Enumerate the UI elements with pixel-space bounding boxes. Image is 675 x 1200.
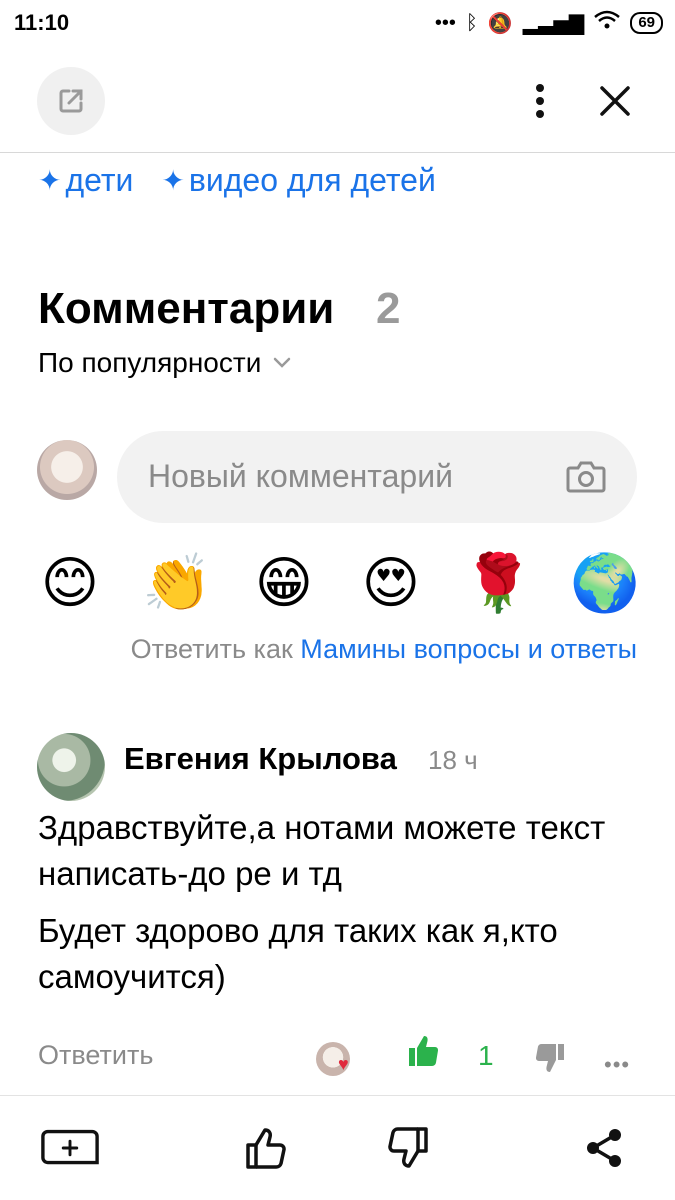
share-icon [587, 1129, 621, 1167]
author-avatar[interactable] [37, 733, 105, 801]
tag-list: ✦ дети ✦ видео для детей [38, 162, 436, 199]
battery-icon: 69 [630, 12, 663, 34]
emoji-globe[interactable]: 🌍 [570, 548, 640, 618]
tag-label: видео для детей [188, 162, 436, 198]
thumbs-up-icon [409, 1036, 439, 1067]
sort-label: По популярности [38, 347, 262, 378]
sparkle-icon: ✦ [161, 165, 185, 196]
tag-deti[interactable]: ✦ дети [38, 162, 133, 199]
open-external-button[interactable] [37, 67, 105, 135]
sort-dropdown[interactable]: По популярности [38, 347, 291, 379]
external-link-icon [59, 89, 83, 113]
emoji-heart-eyes[interactable]: 😍 [356, 548, 426, 618]
emoji-rose[interactable]: 🌹 [463, 548, 533, 618]
wifi-icon [594, 10, 621, 36]
camera-button[interactable] [566, 459, 606, 500]
reply-button[interactable]: Ответить [38, 1040, 153, 1071]
add-comment-button[interactable] [40, 1122, 100, 1174]
close-button[interactable] [592, 78, 638, 124]
divider [0, 152, 675, 153]
comment-time: 18 ч [428, 745, 478, 775]
comment-paragraph: Будет здорово для таких как я,кто самоуч… [38, 912, 558, 995]
bottom-like-button[interactable] [236, 1122, 296, 1174]
comment-paragraph: Здравствуйте,а нотами можете текст напис… [38, 809, 606, 892]
reply-as: Ответить как Мамины вопросы и ответы [131, 634, 637, 665]
thumbs-up-outline-icon [246, 1128, 286, 1169]
emoji-grin[interactable]: 😁 [249, 548, 319, 618]
comments-title: Комментарии [38, 284, 335, 333]
thumbs-down-outline-icon [388, 1127, 428, 1168]
like-button[interactable] [407, 1034, 439, 1073]
comments-count: 2 [376, 284, 401, 333]
comment-add-icon [41, 1129, 99, 1165]
tag-video[interactable]: ✦ видео для детей [161, 162, 435, 199]
more-options-button[interactable] [520, 78, 560, 124]
tag-label: дети [65, 162, 134, 198]
bluetooth-icon: ᛒ [465, 11, 478, 34]
dislike-button[interactable] [534, 1042, 564, 1079]
share-button[interactable] [574, 1122, 634, 1174]
divider [0, 1095, 675, 1096]
mute-bell-icon: 🔕 [487, 12, 513, 35]
chevron-down-icon [274, 357, 291, 368]
reply-as-prefix: Ответить как [130, 634, 301, 664]
vertical-dots-icon [536, 84, 544, 118]
status-time: 11:10 [14, 10, 70, 35]
like-count: 1 [478, 1040, 494, 1071]
user-avatar [37, 440, 97, 500]
emoji-row: 😊 👏 😁 😍 🌹 🌍 [35, 548, 640, 618]
comment-more-icon[interactable]: ••• [604, 1052, 630, 1078]
heart-icon: ♥ [338, 1054, 349, 1074]
bottom-dislike-button[interactable] [378, 1122, 438, 1174]
emoji-smile[interactable]: 😊 [35, 548, 105, 618]
camera-icon [566, 461, 606, 493]
thumbs-down-icon [535, 1043, 564, 1072]
sparkle-icon: ✦ [38, 165, 62, 196]
comment-input-placeholder: Новый комментарий [148, 458, 453, 494]
emoji-clap[interactable]: 👏 [142, 548, 212, 618]
signal-icon: ▂▃▅▇ [522, 12, 585, 35]
reply-as-account-link[interactable]: Мамины вопросы и ответы [300, 634, 637, 664]
close-icon [600, 86, 630, 116]
more-dots-icon: ••• [434, 11, 456, 34]
author-name[interactable]: Евгения Крылова [124, 741, 397, 777]
status-icons: ••• ᛒ 🔕 ▂▃▅▇ 69 [435, 8, 663, 38]
